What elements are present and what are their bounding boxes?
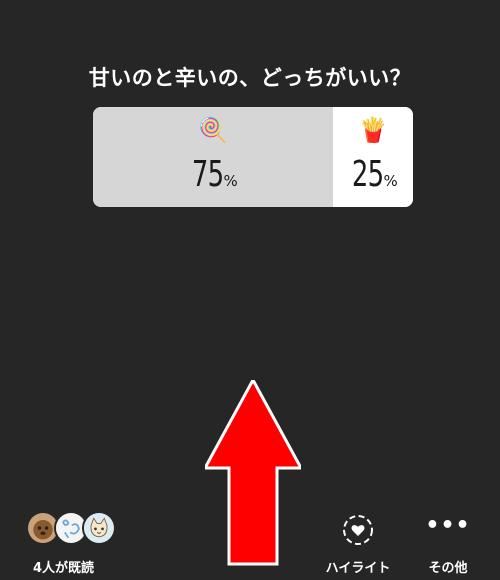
poll-percent-sign: %	[383, 171, 398, 190]
lollipop-icon: 🍭	[198, 115, 228, 144]
poll-sticker[interactable]: 🍭 75 % 🍟 25 %	[93, 107, 413, 207]
story-question: 甘いのと辛いの、どっちがいい？	[88, 66, 412, 90]
poll-option-sweet[interactable]: 🍭 75 %	[93, 107, 333, 207]
poll-percent-sign: %	[223, 171, 238, 190]
highlight-label: ハイライト	[325, 561, 391, 576]
poll-percent-value: 75	[192, 153, 224, 195]
poll-option-spicy[interactable]: 🍟 25 %	[333, 107, 413, 207]
fries-icon: 🍟	[358, 115, 388, 144]
more-button[interactable]: ••• その他	[418, 513, 478, 576]
highlight-heart-icon	[343, 515, 373, 545]
poll-result-spicy: 25 %	[348, 153, 398, 195]
poll-result-sweet: 75 %	[188, 153, 238, 195]
highlight-button[interactable]: ハイライト	[320, 513, 396, 576]
story-bottom-bar: 4人が既読 ハイライト ••• その他	[0, 505, 500, 580]
more-dots-icon: •••	[425, 513, 471, 538]
avatar	[82, 511, 116, 545]
viewers-count-label[interactable]: 4人が既読	[33, 557, 94, 576]
poll-percent-value: 25	[352, 153, 384, 195]
more-label: その他	[428, 561, 468, 576]
